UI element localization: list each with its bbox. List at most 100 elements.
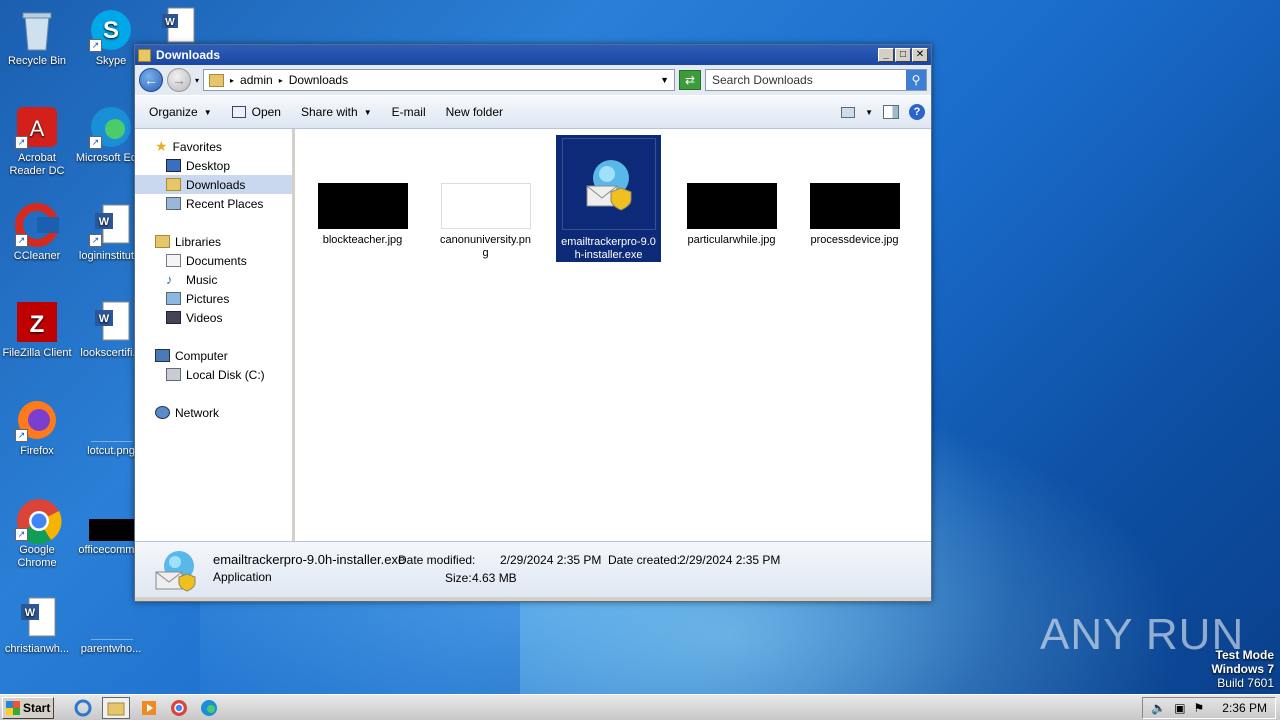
windows-explorer-taskbar-icon[interactable]: [102, 696, 130, 719]
nav-music[interactable]: ♪ Music: [135, 270, 292, 289]
taskbar: Start 🔈 ▣ ⚑ 2:36 PM: [0, 694, 1280, 720]
nav-libraries[interactable]: Libraries: [135, 232, 292, 251]
maximize-button[interactable]: □: [895, 48, 911, 62]
date-created-value: 2/29/2024 2:35 PM: [679, 553, 781, 567]
svg-text:W: W: [25, 607, 36, 619]
preview-pane-icon[interactable]: [883, 105, 899, 119]
new-folder-label: New folder: [445, 105, 503, 119]
help-icon[interactable]: ?: [909, 104, 925, 120]
nav-documents[interactable]: Documents: [135, 251, 292, 270]
back-button[interactable]: ←: [139, 68, 163, 92]
forward-button[interactable]: →: [167, 68, 191, 92]
address-dropdown-icon[interactable]: ▼: [660, 75, 669, 85]
open-icon: [231, 106, 246, 118]
nav-desktop[interactable]: Desktop: [135, 156, 292, 175]
image-file-icon: [89, 497, 137, 541]
date-created-label: Date created:: [608, 553, 681, 567]
title-bar[interactable]: Downloads _ □ ✕: [135, 45, 931, 65]
folder-icon: [209, 73, 225, 87]
shortcut-arrow-icon: ↗: [15, 234, 28, 247]
open-button[interactable]: Open: [224, 102, 289, 122]
network-tray-icon[interactable]: ▣: [1174, 701, 1185, 715]
desktop-icon-firefox[interactable]: ↗ Firefox: [0, 398, 74, 458]
address-field[interactable]: ▸ admin ▸ Downloads ▼: [203, 69, 675, 91]
share-with-button[interactable]: Share with ▼: [293, 102, 380, 122]
start-button[interactable]: Start: [2, 696, 54, 719]
file-item-emailtrackerpro[interactable]: emailtrackerpro-9.0h-installer.exe: [556, 135, 661, 262]
nav-favorites[interactable]: ★ Favorites: [135, 137, 292, 156]
file-list: blockteacher.jpg canonuniversity.png ema…: [295, 129, 931, 541]
nav-pictures[interactable]: Pictures: [135, 289, 292, 308]
shortcut-arrow-icon: ↗: [89, 234, 102, 247]
desktop-icon-chrome[interactable]: ↗ Google Chrome: [0, 497, 74, 570]
svg-text:W: W: [99, 216, 110, 228]
internet-explorer-icon[interactable]: [72, 697, 94, 719]
firefox-icon: ↗: [15, 398, 59, 442]
file-item-canonuniversity[interactable]: canonuniversity.png: [433, 183, 538, 260]
refresh-button[interactable]: ⇄: [679, 70, 701, 90]
close-button[interactable]: ✕: [912, 48, 928, 62]
folder-icon: [138, 48, 151, 62]
window-title: Downloads: [156, 48, 221, 62]
music-icon: ♪: [166, 272, 173, 287]
size-value: 4.63 MB: [472, 571, 517, 585]
chevron-down-icon: ▼: [203, 107, 212, 117]
email-button[interactable]: E-mail: [384, 102, 434, 122]
file-item-processdevice[interactable]: processdevice.jpg: [802, 183, 907, 247]
view-options-chevron-icon[interactable]: ▼: [865, 108, 873, 117]
nav-downloads[interactable]: Downloads: [135, 175, 292, 194]
word-doc-icon: W: [15, 596, 59, 640]
share-with-label: Share with: [300, 105, 358, 119]
action-center-flag-icon[interactable]: ⚑: [1194, 701, 1205, 715]
ccleaner-icon: ↗: [15, 203, 59, 247]
desktop-icon-recycle-bin[interactable]: Recycle Bin: [0, 8, 74, 68]
recent-pages-chevron-icon[interactable]: ▾: [195, 76, 199, 85]
acrobat-icon: A ↗: [15, 105, 59, 149]
volume-icon[interactable]: 🔈: [1151, 701, 1166, 715]
search-field[interactable]: Search Downloads ⚲: [705, 69, 927, 91]
organize-button[interactable]: Organize ▼: [141, 102, 220, 122]
desktop-icon-acrobat[interactable]: A ↗ Acrobat Reader DC: [0, 105, 74, 178]
chevron-right-icon[interactable]: ▸: [279, 76, 283, 85]
videos-icon: [166, 311, 181, 324]
desktop-icon-parentwho[interactable]: parentwho...: [74, 596, 148, 656]
breadcrumb-admin[interactable]: admin: [240, 73, 273, 87]
search-icon[interactable]: ⚲: [906, 70, 926, 90]
image-thumbnail: [440, 183, 531, 229]
explorer-window: Downloads _ □ ✕ ← → ▾ ▸ admin ▸ Download…: [134, 44, 932, 602]
nav-recent-places[interactable]: Recent Places: [135, 194, 292, 213]
svg-text:W: W: [99, 313, 110, 325]
minimize-button[interactable]: _: [878, 48, 894, 62]
clock[interactable]: 2:36 PM: [1222, 701, 1267, 715]
file-item-particularwhile[interactable]: particularwhile.jpg: [679, 183, 784, 247]
details-pane: emailtrackerpro-9.0h-installer.exe Appli…: [135, 541, 931, 597]
desktop-icon-christianwh[interactable]: W christianwh...: [0, 596, 74, 656]
change-view-icon[interactable]: [841, 106, 856, 118]
desktop-icon-filezilla[interactable]: Z FileZilla Client: [0, 300, 74, 360]
navigation-pane: ★ Favorites Desktop Downloads Recent Plac…: [135, 129, 295, 541]
chevron-right-icon[interactable]: ▸: [230, 76, 234, 85]
installer-globe-envelope-icon: [561, 138, 656, 230]
breadcrumb-downloads[interactable]: Downloads: [289, 73, 348, 87]
installer-globe-envelope-icon: [153, 548, 199, 592]
nav-videos[interactable]: Videos: [135, 308, 292, 327]
shortcut-arrow-icon: ↗: [15, 528, 28, 541]
documents-icon: [166, 254, 181, 267]
shortcut-arrow-icon: ↗: [15, 136, 28, 149]
organize-label: Organize: [149, 105, 198, 119]
desktop-icon-ccleaner[interactable]: ↗ CCleaner: [0, 203, 74, 263]
nav-local-disk[interactable]: Local Disk (C:): [135, 365, 292, 384]
desktop-icon: [166, 159, 181, 172]
media-player-icon[interactable]: [138, 697, 160, 719]
chrome-taskbar-icon[interactable]: [168, 697, 190, 719]
edge-taskbar-icon[interactable]: [198, 697, 220, 719]
computer-icon: [155, 349, 170, 362]
nav-network[interactable]: Network: [135, 403, 292, 422]
recent-places-icon: [166, 197, 181, 210]
open-label: Open: [251, 105, 281, 119]
word-doc-icon: W ↗: [89, 203, 133, 247]
details-file-type: Application: [213, 570, 272, 584]
file-item-blockteacher[interactable]: blockteacher.jpg: [310, 183, 415, 247]
nav-computer[interactable]: Computer: [135, 346, 292, 365]
new-folder-button[interactable]: New folder: [438, 102, 511, 122]
